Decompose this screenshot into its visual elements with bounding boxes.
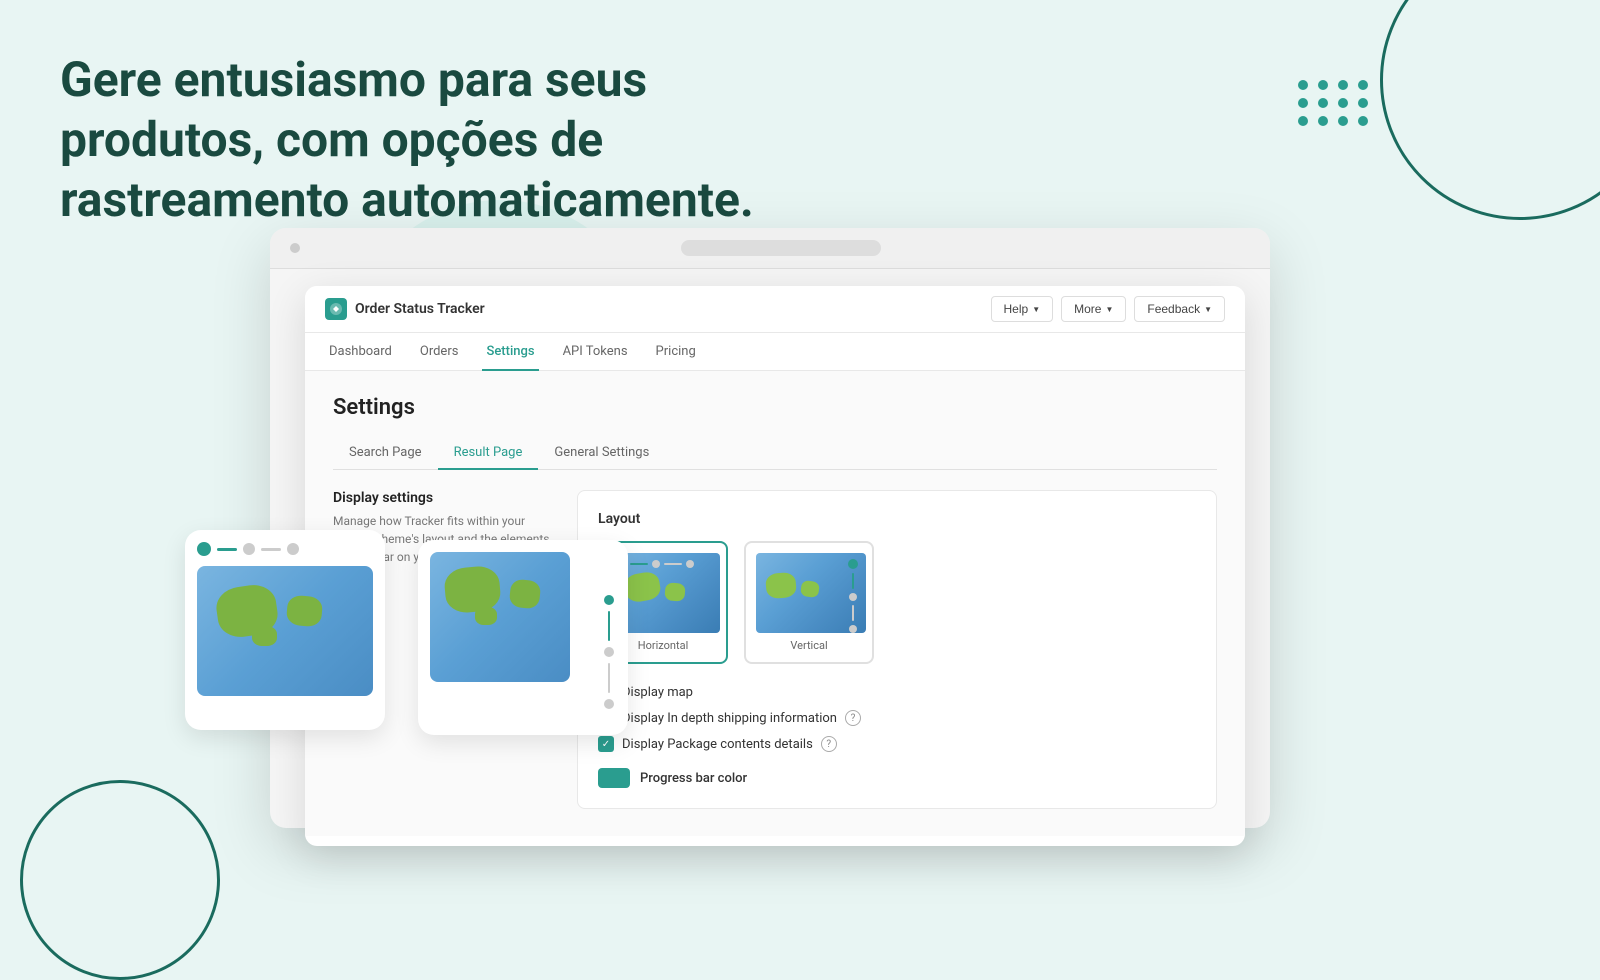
layout-vertical-card[interactable]: Vertical [744, 541, 874, 664]
feedback-label: Feedback [1147, 302, 1200, 316]
app-header: Order Status Tracker Help ▼ More ▼ Feedb… [305, 286, 1245, 333]
tab-dashboard[interactable]: Dashboard [325, 334, 396, 371]
checkbox-in-depth[interactable]: ✓ Display In depth shipping information … [598, 710, 1196, 726]
settings-title: Settings [333, 395, 1217, 420]
more-label: More [1074, 302, 1101, 316]
vline-2 [608, 663, 610, 693]
tab-search-page[interactable]: Search Page [333, 437, 438, 470]
vertical-dots [848, 559, 858, 633]
layout-title: Layout [598, 511, 1196, 527]
float-line [217, 548, 237, 551]
display-settings-title: Display settings [333, 490, 553, 506]
settings-tabs: Search Page Result Page General Settings [333, 436, 1217, 470]
progress-color-swatch[interactable] [598, 768, 630, 788]
layout-vertical-preview [756, 553, 866, 633]
feedback-button[interactable]: Feedback ▼ [1134, 296, 1225, 322]
tab-orders[interactable]: Orders [416, 334, 463, 371]
float-dot-2 [243, 543, 255, 555]
nav-tabs: Dashboard Orders Settings API Tokens Pri… [305, 333, 1245, 371]
progress-color-label: Progress bar color [640, 771, 747, 786]
dot-grid-decoration [1298, 80, 1370, 126]
checkbox-group: ✓ Display map ✓ Display In depth shippin… [598, 684, 1196, 752]
float-dot-active [197, 542, 211, 556]
float-card-dots [197, 542, 373, 556]
float-card-vertical-dots [604, 595, 614, 709]
checkbox-display-map[interactable]: ✓ Display map [598, 684, 1196, 700]
decorative-circle-top-right [1380, 0, 1600, 220]
more-button[interactable]: More ▼ [1061, 296, 1126, 322]
feedback-caret: ▼ [1204, 305, 1212, 314]
float-dot-3 [287, 543, 299, 555]
tab-general-settings[interactable]: General Settings [538, 437, 665, 470]
checkbox-in-depth-label: Display In depth shipping information [622, 711, 837, 726]
help-label: Help [1004, 302, 1029, 316]
float-card-vertical [418, 540, 628, 735]
browser-address-bar [681, 240, 881, 256]
settings-right-panel: Layout [577, 490, 1217, 809]
hero-line2: rastreamento automaticamente. [60, 171, 754, 228]
brand-name: Order Status Tracker [355, 301, 485, 317]
hero-line1: Gere entusiasmo para seus produtos, com … [60, 51, 647, 168]
browser-chrome [270, 228, 1270, 269]
tab-api-tokens[interactable]: API Tokens [559, 334, 632, 371]
vline-1 [608, 611, 610, 641]
package-contents-info-icon[interactable]: ? [821, 736, 837, 752]
browser-dot-1 [290, 243, 300, 253]
checkbox-display-map-label: Display map [622, 685, 693, 700]
header-actions: Help ▼ More ▼ Feedback ▼ [991, 296, 1226, 322]
float-card-horizontal [185, 530, 385, 730]
checkbox-package-contents[interactable]: ✓ Display Package contents details ? [598, 736, 1196, 752]
vertical-label: Vertical [756, 639, 862, 652]
float-line-2 [261, 548, 281, 551]
checkbox-package-contents-label: Display Package contents details [622, 737, 813, 752]
tab-pricing[interactable]: Pricing [652, 334, 700, 371]
tab-result-page[interactable]: Result Page [438, 437, 539, 470]
layout-options: Horizontal [598, 541, 1196, 664]
hero-text: Gere entusiasmo para seus produtos, com … [60, 50, 810, 230]
vpin-top [604, 595, 614, 605]
in-depth-info-icon[interactable]: ? [845, 710, 861, 726]
help-button[interactable]: Help ▼ [991, 296, 1054, 322]
tab-settings[interactable]: Settings [482, 334, 538, 371]
float-card-map [197, 566, 373, 696]
float-card-2-map [430, 552, 570, 682]
decorative-circle-bottom-left [20, 780, 220, 980]
help-caret: ▼ [1032, 305, 1040, 314]
app-brand: Order Status Tracker [325, 298, 485, 320]
progress-color-row: Progress bar color [598, 768, 1196, 788]
checkbox-package-contents-box: ✓ [598, 736, 614, 752]
more-caret: ▼ [1105, 305, 1113, 314]
brand-icon [325, 298, 347, 320]
vdot-3 [604, 699, 614, 709]
vdot-2 [604, 647, 614, 657]
